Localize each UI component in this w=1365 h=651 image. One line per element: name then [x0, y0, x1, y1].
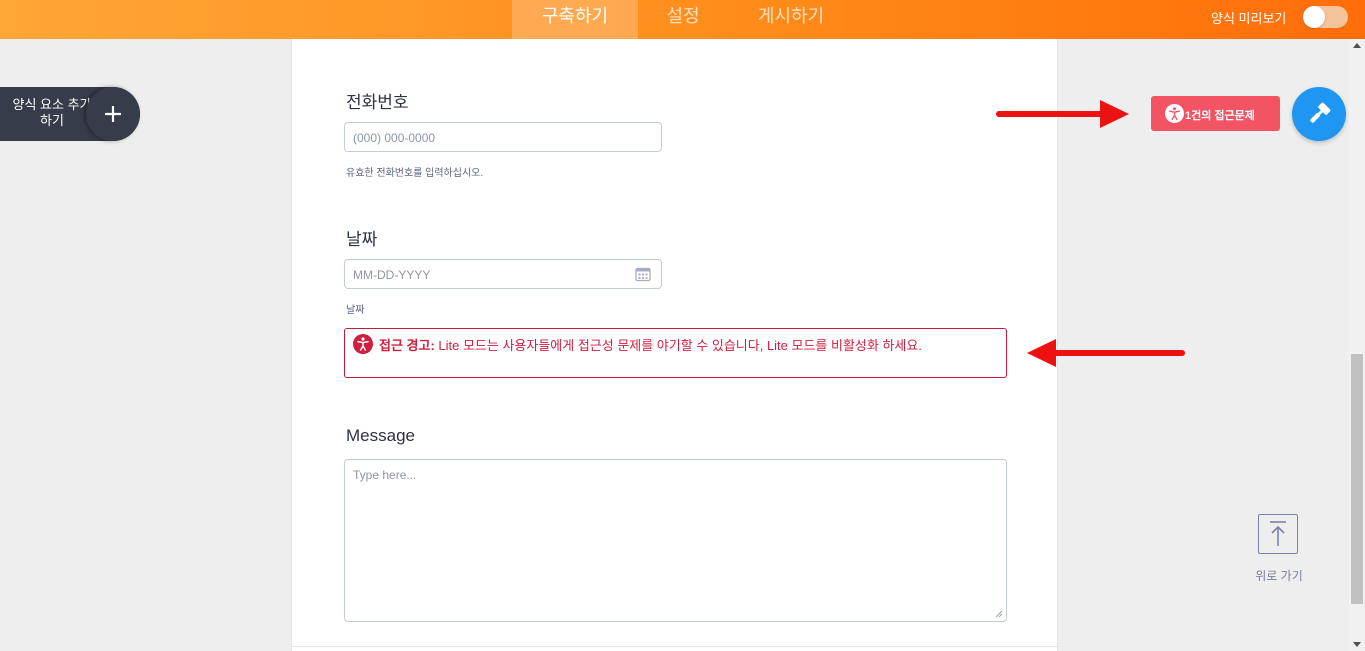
phone-placeholder: (000) 000-0000: [353, 131, 436, 145]
accessibility-issues-label: 1건의 접근문제: [1185, 110, 1255, 122]
form-designer-button[interactable]: [1292, 87, 1346, 141]
accessibility-warning-text: 접근 경고: Lite 모드는 사용자들에게 접근성 문제를 야기할 수 있습니…: [379, 337, 999, 354]
accessibility-warning-message: Lite 모드는 사용자들에게 접근성 문제를 야기할 수 있습니다, Lite…: [434, 338, 922, 353]
form-preview-toggle[interactable]: [1303, 6, 1348, 28]
paint-roller-icon: [1310, 102, 1331, 123]
date-input[interactable]: MM-DD-YYYY: [344, 259, 662, 289]
resize-handle-icon[interactable]: [995, 610, 1003, 618]
phone-sublabel: 유효한 전화번호를 입력하십시오.: [346, 168, 484, 179]
message-placeholder: Type here...: [353, 468, 417, 482]
accessibility-warning: 접근 경고: Lite 모드는 사용자들에게 접근성 문제를 야기할 수 있습니…: [344, 328, 1007, 378]
phone-label: 전화번호: [346, 93, 409, 112]
add-form-element-button[interactable]: 양식 요소 추가하기: [0, 87, 140, 141]
accessibility-person-icon: [353, 334, 373, 354]
scroll-to-top-button[interactable]: [1258, 514, 1298, 554]
form-card: 전화번호 (000) 000-0000 유효한 전화번호를 입력하십시오. 날짜…: [291, 39, 1059, 651]
plus-icon[interactable]: [86, 87, 140, 141]
add-form-element-label: 양식 요소 추가하기: [12, 97, 92, 128]
date-sublabel: 날짜: [346, 305, 365, 316]
scrollbar-thumb[interactable]: [1351, 354, 1363, 604]
accessibility-person-icon: [1165, 104, 1184, 123]
top-navigation-bar: 구축하기 설정 게시하기 양식 미리보기: [0, 0, 1365, 39]
phone-input[interactable]: (000) 000-0000: [344, 122, 662, 152]
red-arrow-left-icon: [1027, 339, 1185, 367]
accessibility-issues-button[interactable]: 1건의 접근문제: [1151, 96, 1280, 131]
accessibility-warning-title: 접근 경고:: [379, 338, 435, 353]
message-textarea[interactable]: Type here...: [344, 459, 1007, 622]
tab-settings[interactable]: 설정: [648, 0, 718, 39]
arrow-up-icon: [1270, 521, 1286, 546]
message-label: Message: [346, 426, 415, 445]
scroll-to-top-label: 위로 가기: [1255, 569, 1303, 583]
tab-build[interactable]: 구축하기: [512, 0, 638, 39]
tab-publish[interactable]: 게시하기: [740, 0, 842, 39]
scroll-down-arrow-icon[interactable]: [1353, 642, 1361, 647]
calendar-icon[interactable]: [635, 266, 651, 282]
red-arrow-right-icon: [996, 100, 1129, 128]
toggle-knob: [1303, 6, 1325, 28]
card-divider: [292, 646, 1059, 647]
date-placeholder: MM-DD-YYYY: [353, 268, 431, 282]
scroll-up-arrow-icon[interactable]: [1353, 43, 1361, 48]
date-label: 날짜: [346, 230, 378, 249]
page-scrollbar[interactable]: [1349, 39, 1365, 651]
form-preview-label: 양식 미리보기: [1211, 11, 1287, 26]
